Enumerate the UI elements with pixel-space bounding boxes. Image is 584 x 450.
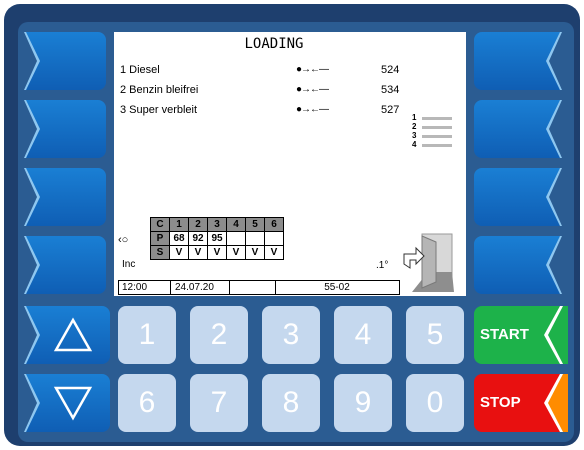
chamber-list: 1 2 3 4: [412, 113, 460, 150]
table-row: P 68 92 95: [150, 231, 284, 246]
chevron-right-icon: [18, 32, 40, 90]
softkey-right-3[interactable]: [474, 168, 568, 226]
stop-label: STOP: [480, 394, 521, 411]
table-cell: [245, 231, 265, 246]
down-arrow-button[interactable]: [18, 374, 110, 432]
table-cell: V: [207, 245, 227, 260]
table-cell: V: [169, 245, 189, 260]
chamber-item: 3: [412, 131, 460, 141]
column-header: 6: [264, 217, 284, 232]
table-cell: 92: [188, 231, 208, 246]
compartment-table: C 1 2 3 4 5 6 P 68 92 95 S V V V V V V: [150, 217, 284, 260]
chamber-label: 3: [412, 131, 417, 140]
table-cell: 68: [169, 231, 189, 246]
triangle-up-icon: [18, 306, 93, 364]
chamber-item: 1: [412, 113, 460, 123]
status-bar: 12:00 24.07.20 55-02: [118, 280, 400, 295]
chevron-right-icon: [18, 168, 40, 226]
door-open-icon: [398, 232, 454, 292]
partial-text-right: .1°: [376, 260, 389, 271]
page-title: LOADING: [244, 36, 304, 52]
status-time: 12:00: [119, 281, 171, 294]
display-screen: LOADING 1 Diesel ●→←— 524 2 Benzin bleif…: [114, 32, 466, 296]
table-cell: [264, 231, 284, 246]
table-cell: [226, 231, 246, 246]
table-cell: V: [188, 245, 208, 260]
product-name: 3 Super verbleit: [120, 104, 198, 116]
key-9[interactable]: 9: [334, 374, 392, 432]
status-code: 55-02: [324, 282, 350, 293]
product-row: 1 Diesel ●→←— 524: [120, 64, 420, 78]
softkey-left-2[interactable]: [18, 100, 106, 158]
valve-icon: ●→←—: [296, 104, 329, 115]
softkey-left-1[interactable]: [18, 32, 106, 90]
stop-button[interactable]: STOP: [474, 374, 568, 432]
softkey-right-4[interactable]: [474, 236, 568, 294]
status-date: 24.07.20: [171, 281, 230, 294]
softkey-right-1[interactable]: [474, 32, 568, 90]
column-header: 4: [226, 217, 246, 232]
chamber-label: 4: [412, 140, 417, 149]
key-8[interactable]: 8: [262, 374, 320, 432]
chevron-left-icon: [546, 236, 568, 294]
table-cell: V: [226, 245, 246, 260]
key-2[interactable]: 2: [190, 306, 248, 364]
sensor-icon: ‹○: [118, 234, 129, 246]
row-label: C: [150, 217, 170, 232]
chevron-left-icon: [546, 168, 568, 226]
up-arrow-button[interactable]: [18, 306, 110, 364]
table-cell: 95: [207, 231, 227, 246]
product-name: 2 Benzin bleifrei: [120, 84, 199, 96]
key-7[interactable]: 7: [190, 374, 248, 432]
table-cell: V: [264, 245, 284, 260]
chevron-left-icon: [544, 374, 568, 432]
key-5[interactable]: 5: [406, 306, 464, 364]
triangle-down-icon: [18, 374, 93, 432]
product-row: 3 Super verbleit ●→←— 527: [120, 104, 420, 118]
column-header: 2: [188, 217, 208, 232]
key-6[interactable]: 6: [118, 374, 176, 432]
key-0[interactable]: 0: [406, 374, 464, 432]
table-row: C 1 2 3 4 5 6: [150, 217, 284, 232]
start-button[interactable]: START: [474, 306, 568, 364]
valve-icon: ●→←—: [296, 84, 329, 95]
product-name: 1 Diesel: [120, 64, 160, 76]
chevron-left-icon: [546, 32, 568, 90]
partial-text-left: Inc: [122, 259, 136, 270]
key-4[interactable]: 4: [334, 306, 392, 364]
softkey-left-4[interactable]: [18, 236, 106, 294]
product-value: 527: [381, 104, 400, 116]
chamber-item: 4: [412, 140, 460, 150]
table-cell: V: [245, 245, 265, 260]
product-row: 2 Benzin bleifrei ●→←— 534: [120, 84, 420, 98]
start-label: START: [480, 326, 529, 343]
chamber-label: 1: [412, 113, 417, 122]
table-row: S V V V V V V: [150, 245, 284, 260]
chevron-right-icon: [18, 100, 40, 158]
column-header: 3: [207, 217, 227, 232]
key-3[interactable]: 3: [262, 306, 320, 364]
key-1[interactable]: 1: [118, 306, 176, 364]
row-label: S: [150, 245, 170, 260]
softkey-right-2[interactable]: [474, 100, 568, 158]
chevron-left-icon: [546, 100, 568, 158]
column-header: 5: [245, 217, 265, 232]
status-field-empty: [231, 281, 276, 294]
softkey-left-3[interactable]: [18, 168, 106, 226]
valve-icon: ●→←—: [296, 64, 329, 75]
chamber-item: 2: [412, 122, 460, 132]
chevron-right-icon: [18, 236, 40, 294]
product-value: 524: [381, 64, 400, 76]
row-label: P: [150, 231, 170, 246]
column-header: 1: [169, 217, 189, 232]
chamber-label: 2: [412, 122, 417, 131]
product-value: 534: [381, 84, 400, 96]
chevron-left-icon: [544, 306, 568, 364]
